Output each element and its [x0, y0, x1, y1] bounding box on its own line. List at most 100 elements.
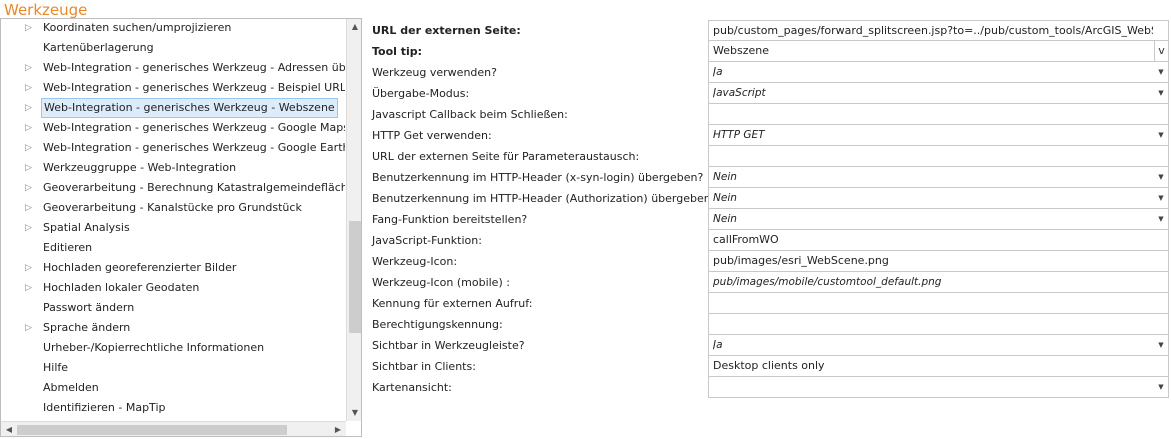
triangle-right-icon[interactable]: ▷ [25, 318, 35, 338]
tree-item-label: Web-Integration - generisches Werkzeug -… [43, 121, 345, 134]
chevron-down-icon[interactable]: ▼ [1156, 377, 1166, 397]
property-input[interactable]: Desktop clients only [708, 356, 1169, 377]
tree-item-label: Web-Integration - generisches Werkzeug -… [41, 98, 338, 118]
property-input[interactable]: pub/custom_pages/forward_splitscreen.jsp… [708, 20, 1169, 41]
property-label: URL der externen Seite: [372, 24, 521, 37]
property-value: Nein [713, 213, 737, 225]
property-input[interactable] [708, 146, 1169, 167]
triangle-right-icon[interactable]: ▷ [25, 118, 35, 138]
triangle-right-icon[interactable]: ▷ [25, 158, 35, 178]
property-row: Kennung für externen Aufruf: [368, 293, 1171, 314]
property-row: Werkzeug-Icon (mobile) : pub/images/mobil… [368, 272, 1171, 293]
property-dropdown[interactable]: HTTP GET ▼ [708, 125, 1169, 146]
tree-item-label: Web-Integration - generisches Werkzeug -… [43, 61, 345, 74]
property-value: pub/images/esri_WebScene.png [713, 254, 889, 267]
scrollbar-thumb[interactable] [17, 425, 287, 435]
triangle-right-icon[interactable]: ▷ [25, 98, 35, 118]
tool-tree: ▷ Koordinaten suchen/umprojizieren Kartenü… [1, 19, 345, 421]
property-value: Nein [713, 171, 737, 183]
property-input[interactable] [708, 314, 1169, 335]
property-label: Tool tip: [372, 45, 423, 58]
property-row: JavaScript-Funktion: callFromWO [368, 230, 1171, 251]
property-label: URL der externen Seite für Parameteraust… [372, 150, 640, 163]
property-dropdown[interactable]: JavaScript ▼ [708, 83, 1169, 104]
property-label: Werkzeug-Icon: [372, 255, 458, 268]
tool-tree-panel: ▷ Koordinaten suchen/umprojizieren Kartenü… [0, 18, 362, 437]
property-value: callFromWO [713, 233, 779, 246]
property-input[interactable] [708, 104, 1169, 125]
property-row: Benutzerkennung im HTTP-Header (x-syn-lo… [368, 167, 1171, 188]
property-row: HTTP Get verwenden: HTTP GET ▼ [368, 125, 1171, 146]
tree-item-label: Hochladen lokaler Geodaten [43, 281, 200, 294]
property-input[interactable]: callFromWO [708, 230, 1169, 251]
triangle-left-icon[interactable]: ◀ [1, 422, 17, 436]
tooltip-language-button[interactable]: v [1154, 41, 1168, 61]
property-value: Ja [713, 339, 723, 351]
tree-item-label: Web-Integration - generisches Werkzeug -… [43, 141, 345, 154]
property-label: Übergabe-Modus: [372, 87, 470, 100]
property-row: Kartenansicht: ▼ [368, 377, 1171, 398]
chevron-down-icon[interactable]: ▼ [1156, 209, 1166, 229]
tree-item-label: Editieren [43, 241, 93, 254]
horizontal-scrollbar[interactable]: ◀ ▶ [1, 421, 346, 436]
property-input[interactable]: pub/images/esri_WebScene.png [708, 251, 1169, 272]
property-row: Benutzerkennung im HTTP-Header (Authoriz… [368, 188, 1171, 209]
tree-item-label: Kartenüberlagerung [43, 41, 154, 54]
property-label: Benutzerkennung im HTTP-Header (x-syn-lo… [372, 171, 704, 184]
vertical-scrollbar[interactable]: ▲ ▼ [346, 19, 361, 421]
property-dropdown[interactable]: Nein ▼ [708, 209, 1169, 230]
tree-item-label: Koordinaten suchen/umprojizieren [43, 21, 232, 34]
chevron-down-icon[interactable]: ▼ [1156, 335, 1166, 355]
tree-item-label: Urheber-/Kopierrechtliche Informationen [43, 341, 265, 354]
property-dropdown[interactable]: ▼ [708, 377, 1169, 398]
property-label: Benutzerkennung im HTTP-Header (Authoriz… [372, 192, 717, 205]
property-row: Tool tip: Webszene v [368, 41, 1171, 62]
property-value: HTTP GET [713, 129, 765, 141]
chevron-down-icon[interactable]: ▼ [1156, 167, 1166, 187]
tree-item-label: Abmelden [43, 381, 99, 394]
property-dropdown[interactable]: Ja ▼ [708, 62, 1169, 83]
scrollbar-thumb[interactable] [349, 220, 361, 333]
chevron-down-icon[interactable]: ▼ [1156, 83, 1166, 103]
property-dropdown[interactable]: Nein ▼ [708, 167, 1169, 188]
triangle-right-icon[interactable]: ▷ [25, 278, 35, 298]
triangle-up-icon[interactable]: ▲ [347, 19, 361, 35]
property-input[interactable] [708, 293, 1169, 314]
triangle-right-icon[interactable]: ▷ [25, 78, 35, 98]
property-value: JavaScript [713, 87, 766, 99]
tree-item-label: Geoverarbeitung - Berechnung Katastralge… [43, 181, 345, 194]
property-label: Berechtigungskennung: [372, 318, 503, 331]
tree-item-label: Geoverarbeitung - Kanalstücke pro Grunds… [43, 201, 302, 214]
triangle-right-icon[interactable]: ▷ [25, 218, 35, 238]
property-input[interactable]: pub/images/mobile/customtool_default.png [708, 272, 1169, 293]
chevron-down-icon[interactable]: ▼ [1156, 62, 1166, 82]
property-value: Ja [713, 66, 723, 78]
chevron-down-icon[interactable]: ▼ [1156, 188, 1166, 208]
property-dropdown[interactable]: Nein ▼ [708, 188, 1169, 209]
property-value: pub/custom_pages/forward_splitscreen.jsp… [713, 24, 1153, 37]
property-label: Fang-Funktion bereitstellen? [372, 213, 528, 226]
triangle-right-icon[interactable]: ▷ [25, 138, 35, 158]
property-row: Fang-Funktion bereitstellen? Nein ▼ [368, 209, 1171, 230]
property-label: HTTP Get verwenden: [372, 129, 492, 142]
triangle-right-icon[interactable]: ▷ [25, 178, 35, 198]
tree-item-label: Web-Integration - generisches Werkzeug -… [43, 81, 345, 94]
property-row: Werkzeug verwenden? Ja ▼ [368, 62, 1171, 83]
property-input[interactable]: Webszene v [708, 41, 1169, 62]
property-label: Sichtbar in Werkzeugleiste? [372, 339, 525, 352]
triangle-right-icon[interactable]: ▷ [25, 58, 35, 78]
triangle-right-icon[interactable]: ▷ [25, 258, 35, 278]
triangle-right-icon[interactable]: ▷ [25, 198, 35, 218]
property-row: URL der externen Seite für Parameteraust… [368, 146, 1171, 167]
triangle-down-icon[interactable]: ▼ [347, 405, 361, 421]
chevron-down-icon[interactable]: ▼ [1156, 125, 1166, 145]
tree-item-label: Passwort ändern [43, 301, 135, 314]
property-dropdown[interactable]: Ja ▼ [708, 335, 1169, 356]
property-label: Werkzeug verwenden? [372, 66, 497, 79]
triangle-right-icon[interactable]: ▶ [330, 422, 346, 436]
triangle-right-icon[interactable]: ▷ [25, 19, 35, 38]
tree-item-label: Spatial Analysis [43, 221, 130, 234]
property-value: Desktop clients only [713, 359, 825, 372]
property-label: Kennung für externen Aufruf: [372, 297, 533, 310]
property-label: Sichtbar in Clients: [372, 360, 476, 373]
